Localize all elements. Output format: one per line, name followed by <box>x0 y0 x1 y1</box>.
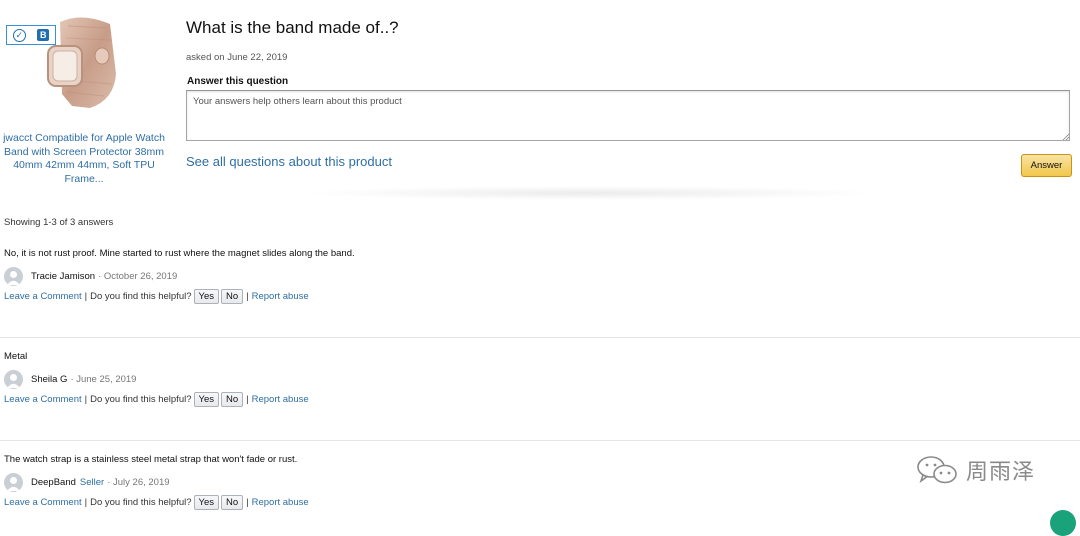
wechat-icon <box>917 456 957 484</box>
helpful-no-button[interactable]: No <box>221 495 244 510</box>
leave-comment-link[interactable]: Leave a Comment <box>4 394 82 405</box>
answer-text: Metal <box>4 351 28 362</box>
product-image[interactable] <box>44 14 116 109</box>
helpful-prompt: Do you find this helpful? <box>90 497 192 508</box>
helpful-prompt: Do you find this helpful? <box>90 394 192 405</box>
divider: | <box>246 291 249 302</box>
report-abuse-link[interactable]: Report abuse <box>252 497 309 508</box>
avatar <box>4 266 23 286</box>
product-title-link[interactable]: jwacct Compatible for Apple Watch Band w… <box>0 132 168 186</box>
user-icon <box>7 373 20 388</box>
answer-author-row: Sheila G · June 25, 2019 <box>4 369 1076 389</box>
answer-author-row: Tracie Jamison · October 26, 2019 <box>4 266 1076 286</box>
answers-count: Showing 1-3 of 3 answers <box>4 217 114 228</box>
divider: | <box>246 394 249 405</box>
avatar <box>4 472 23 492</box>
leave-comment-link[interactable]: Leave a Comment <box>4 291 82 302</box>
helpful-yes-button[interactable]: Yes <box>193 495 219 510</box>
watermark-text: 周雨泽 <box>966 460 1036 485</box>
answer-text: No, it is not rust proof. Mine started t… <box>4 248 355 259</box>
answer-date: · June 25, 2019 <box>70 373 137 385</box>
report-abuse-link[interactable]: Report abuse <box>252 394 309 405</box>
answer-date: · July 26, 2019 <box>107 476 170 488</box>
helpful-no-button[interactable]: No <box>221 289 244 304</box>
answer-author[interactable]: Sheila G <box>31 374 67 385</box>
answer-item: Metal Sheila G · June 25, 2019 Leave a C… <box>4 351 1076 408</box>
question-date: asked on June 22, 2019 <box>186 52 288 63</box>
answer-button[interactable]: Answer <box>1021 154 1072 177</box>
answer-actions: Leave a Comment | Do you find this helpf… <box>4 494 1076 511</box>
divider: | <box>84 291 88 302</box>
divider: | <box>84 394 88 405</box>
user-icon <box>7 476 20 491</box>
helpful-yes-button[interactable]: Yes <box>193 289 219 304</box>
answer-author[interactable]: DeepBand <box>31 477 76 488</box>
answer-date: · October 26, 2019 <box>98 270 178 282</box>
answer-separator <box>0 337 1080 338</box>
answer-item: No, it is not rust proof. Mine started t… <box>4 248 1076 305</box>
resize-grip-icon[interactable] <box>1062 133 1069 140</box>
answer-actions: Leave a Comment | Do you find this helpf… <box>4 391 1076 408</box>
section-divider <box>300 186 880 200</box>
helpful-yes-button[interactable]: Yes <box>193 392 219 407</box>
answer-separator <box>0 440 1080 441</box>
user-icon <box>7 270 20 285</box>
question-title: What is the band made of..? <box>186 18 399 37</box>
answer-actions: Leave a Comment | Do you find this helpf… <box>4 288 1076 305</box>
avatar <box>4 369 23 389</box>
divider: | <box>84 497 88 508</box>
watch-band-image <box>47 17 116 109</box>
answer-label: Answer this question <box>187 76 289 87</box>
helpful-no-button[interactable]: No <box>221 392 244 407</box>
floating-action-icon[interactable] <box>1050 510 1076 536</box>
watermark: 周雨泽 <box>914 454 1035 486</box>
leave-comment-link[interactable]: Leave a Comment <box>4 497 82 508</box>
report-abuse-link[interactable]: Report abuse <box>252 291 309 302</box>
answer-input[interactable] <box>186 90 1070 141</box>
helpful-prompt: Do you find this helpful? <box>90 291 192 302</box>
answer-author[interactable]: Tracie Jamison <box>31 271 95 282</box>
divider: | <box>246 497 249 508</box>
product-card <box>0 14 172 109</box>
seller-badge: Seller <box>79 476 105 488</box>
see-all-questions-link[interactable]: See all questions about this product <box>186 154 392 169</box>
